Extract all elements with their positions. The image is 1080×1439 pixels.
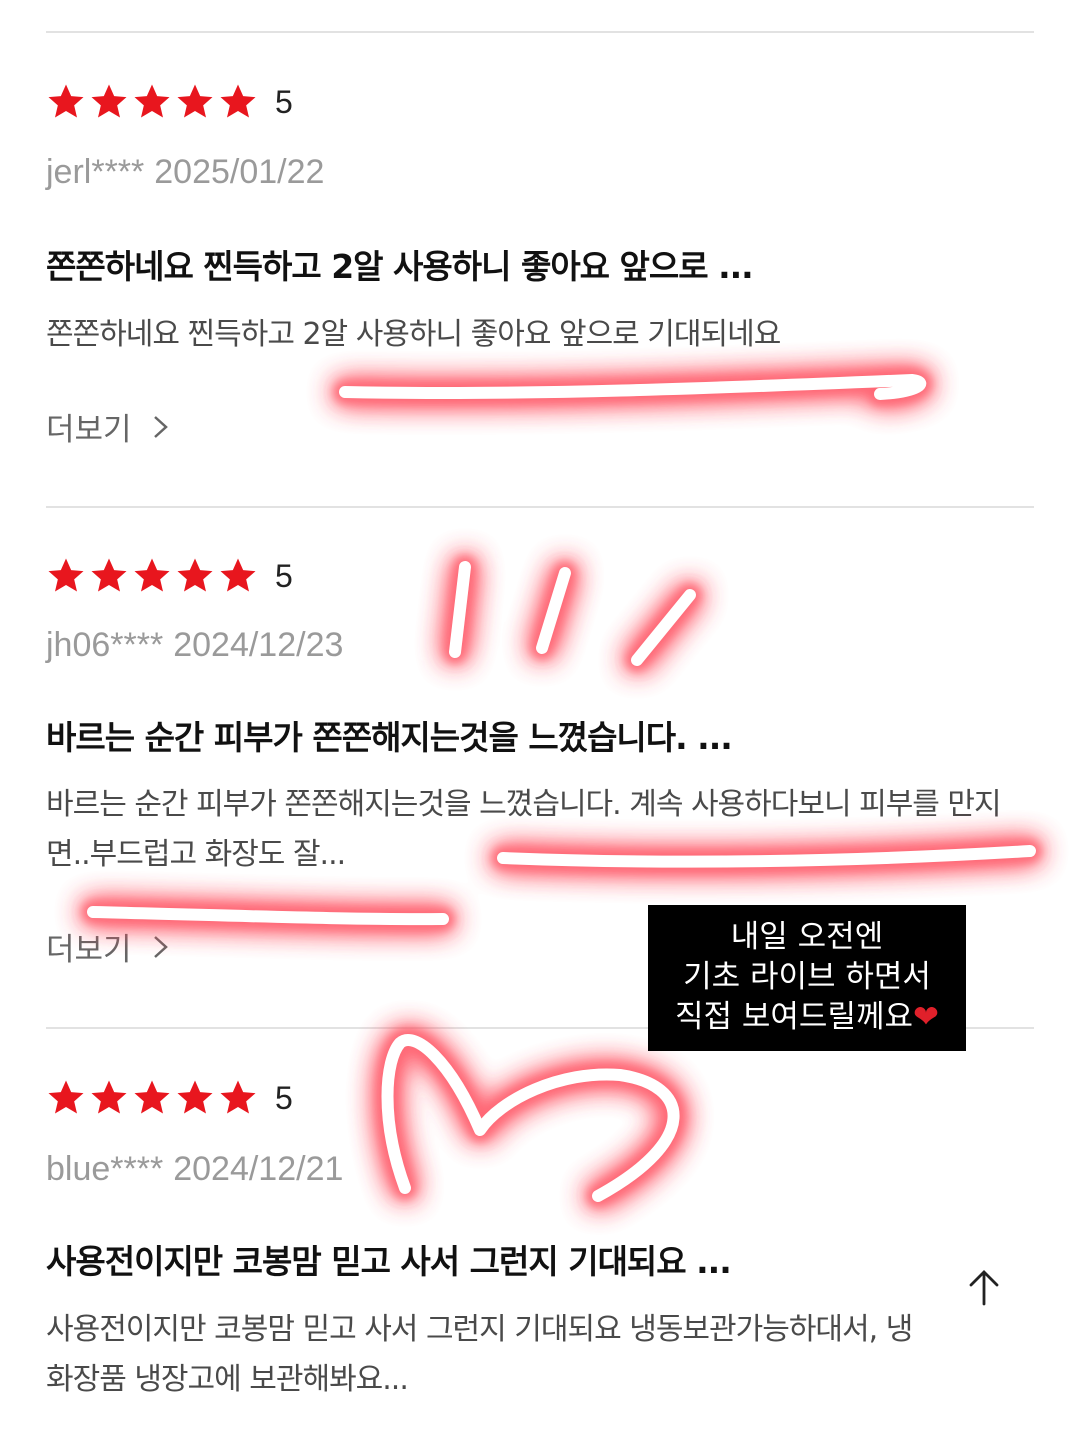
- heart-icon: ❤: [913, 999, 939, 1035]
- tick-scribble: [531, 562, 576, 659]
- star-rating: 5: [46, 82, 293, 122]
- star-icon: [132, 556, 172, 596]
- review-author: jh06****: [46, 626, 164, 664]
- review-body: 쫀쫀하네요 찐득하고 2알 사용하니 좋아요 앞으로 기대되네요: [46, 317, 781, 352]
- star-icon: [218, 82, 258, 122]
- more-button[interactable]: 더보기: [46, 404, 172, 449]
- rating-value: 5: [275, 1079, 293, 1116]
- review-meta: jerl**** 2025/01/22: [46, 153, 324, 192]
- star-rating: 5: [46, 1078, 293, 1118]
- chevron-right-icon: [153, 415, 168, 438]
- divider: [46, 506, 1034, 508]
- star-icon: [89, 556, 129, 596]
- star-icon: [175, 82, 215, 122]
- star-icon: [89, 82, 129, 122]
- divider: [46, 31, 1034, 33]
- review-date: 2024/12/23: [173, 626, 344, 664]
- star-icon: [132, 82, 172, 122]
- review-date: 2025/01/22: [154, 153, 325, 191]
- caption-line: 직접 보여드릴께요❤: [648, 997, 966, 1037]
- star-icon: [46, 556, 86, 596]
- review-title[interactable]: 바르는 순간 피부가 쫀쫀해지는것을 느꼈습니다. ...: [46, 711, 733, 759]
- star-icon: [132, 1078, 172, 1118]
- star-icon: [218, 556, 258, 596]
- review-body: 사용전이지만 코봉맘 믿고 사서 그런지 기대되요 냉동보관가능하대서, 냉 화…: [46, 1312, 913, 1397]
- chevron-right-icon: [153, 935, 168, 958]
- caption-line-text: 직접 보여드릴께요: [675, 999, 914, 1035]
- review-date: 2024/12/21: [173, 1150, 344, 1188]
- caption-line: 기초 라이브 하면서: [683, 959, 931, 995]
- arrow-up-icon[interactable]: [962, 1266, 1006, 1310]
- review-author: blue****: [46, 1150, 164, 1188]
- more-label: 더보기: [46, 412, 132, 448]
- story-caption: 내일 오전엔 기초 라이브 하면서 직접 보여드릴께요❤: [648, 905, 966, 1051]
- heart-scribble: [376, 1029, 685, 1207]
- review-title[interactable]: 사용전이지만 코봉맘 믿고 사서 그런지 기대되요 ...: [46, 1235, 732, 1283]
- rating-value: 5: [275, 83, 293, 120]
- underline-scribble: [334, 369, 932, 405]
- more-button[interactable]: 더보기: [46, 924, 172, 969]
- star-icon: [46, 82, 86, 122]
- star-icon: [89, 1078, 129, 1118]
- star-icon: [175, 556, 215, 596]
- tick-scribble: [444, 556, 476, 663]
- star-icon: [46, 1078, 86, 1118]
- tick-scribble: [626, 584, 701, 671]
- more-label: 더보기: [46, 932, 132, 968]
- review-meta: blue**** 2024/12/21: [46, 1150, 343, 1189]
- star-rating: 5: [46, 556, 293, 596]
- caption-line: 내일 오전엔: [730, 919, 884, 955]
- star-icon: [175, 1078, 215, 1118]
- review-meta: jh06**** 2024/12/23: [46, 626, 343, 665]
- review-title[interactable]: 쫀쫀하네요 찐득하고 2알 사용하니 좋아요 앞으로 ...: [46, 240, 754, 288]
- star-icon: [218, 1078, 258, 1118]
- review-author: jerl****: [46, 153, 145, 191]
- review-body: 바르는 순간 피부가 쫀쫀해지는것을 느꼈습니다. 계속 사용하다보니 피부를 …: [46, 787, 1002, 872]
- rating-value: 5: [275, 557, 293, 594]
- underline-scribble: [82, 901, 454, 931]
